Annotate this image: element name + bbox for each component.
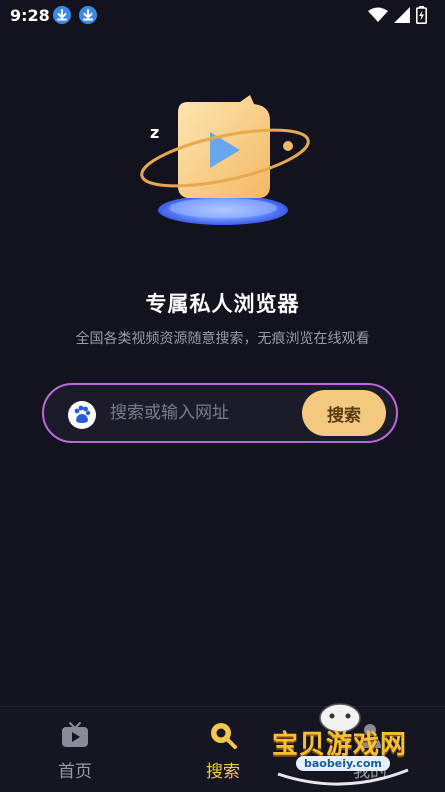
watermark-url: baobeiy.com (296, 756, 390, 771)
tv-icon (61, 721, 89, 749)
status-time: 9:28 (10, 6, 50, 25)
status-bar: 9:28 (0, 0, 445, 32)
nav-item-home[interactable]: 首页 (35, 721, 115, 782)
signal-icon (394, 7, 410, 23)
search-icon (209, 721, 237, 749)
download-notification-icon (79, 6, 97, 24)
nav-label-search: 搜索 (206, 762, 240, 782)
nav-label-home: 首页 (58, 762, 92, 782)
search-input[interactable] (110, 399, 320, 427)
page-title: 专属私人浏览器 (145, 292, 300, 316)
hero-illustration: z (130, 90, 320, 240)
page-subtitle: 全国各类视频资源随意搜索，无痕浏览在线观看 (75, 331, 370, 347)
baidu-paw-icon[interactable] (68, 401, 96, 429)
nav-item-search[interactable]: 搜索 (183, 721, 263, 782)
download-notification-icon (53, 6, 71, 24)
search-button[interactable]: 搜索 (302, 390, 386, 436)
battery-icon (416, 6, 427, 24)
wifi-icon (368, 7, 388, 22)
watermark-logo: 宝贝游戏网 baobeiy.com (268, 696, 418, 791)
search-bar: 搜索 (42, 383, 398, 443)
svg-text:z: z (150, 123, 159, 142)
